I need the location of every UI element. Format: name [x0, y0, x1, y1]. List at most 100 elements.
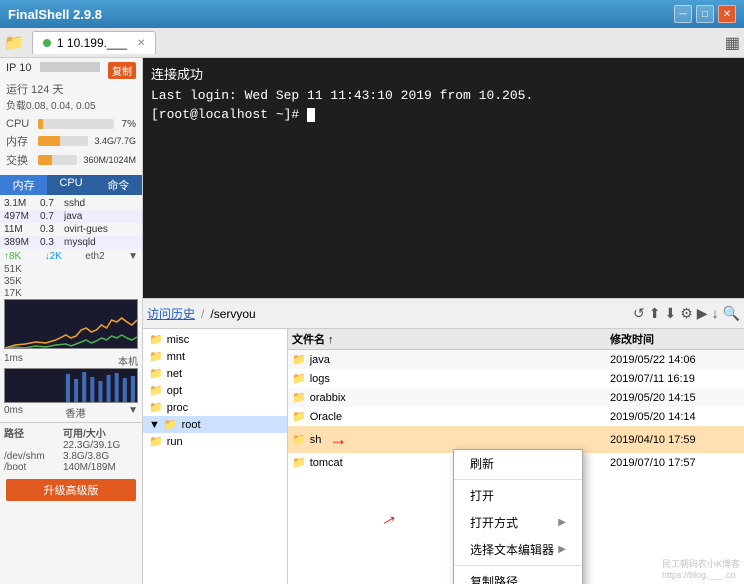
window-controls: ─ □ ✕	[674, 5, 736, 23]
proc-row-4: 389M 0.3 mysqld	[0, 236, 142, 249]
ctx-divider-1	[454, 479, 582, 480]
file-date-sh: 2019/04/10 17:59	[610, 434, 740, 446]
process-tabs: 内存 CPU 命令	[0, 175, 142, 195]
sidebar-disk-section: 路径 可用/大小 22.3G/39.1G /dev/shm 3.8G/3.8G …	[0, 422, 142, 475]
tab-memory[interactable]: 内存	[0, 175, 47, 195]
tree-item-proc[interactable]: 📁 proc	[143, 399, 287, 416]
latency-host: 本机	[118, 353, 138, 368]
tab-close-button[interactable]: ✕	[137, 38, 145, 49]
tree-item-root[interactable]: ▼ 📁 root	[143, 416, 287, 433]
swap-bar-container	[38, 155, 77, 165]
tabbar-right: ▦	[725, 33, 740, 53]
file-row-java[interactable]: 📁 java 2019/05/22 14:06	[288, 350, 744, 369]
terminal-line-2: Last login: Wed Sep 11 11:43:10 2019 fro…	[151, 86, 736, 106]
folder-logs-icon: 📁	[292, 372, 306, 385]
folder-oracle-icon: 📁	[292, 410, 306, 423]
play-icon[interactable]: ▶	[697, 305, 708, 322]
file-row-oracle[interactable]: 📁 Oracle 2019/05/20 14:14	[288, 407, 744, 426]
tree-item-mnt[interactable]: 📁 mnt	[143, 348, 287, 365]
ctx-copy-path[interactable]: 复制路径	[454, 568, 582, 584]
file-row-logs[interactable]: 📁 logs 2019/07/11 16:19	[288, 369, 744, 388]
file-toolbar: 访问历史 / /servyou ↺ ⬆ ⬇ ⚙ ▶ ↓ 🔍	[143, 299, 744, 329]
process-list: 3.1M 0.7 sshd 497M 0.7 java 11M 0.3 ovir…	[0, 197, 142, 249]
net-down-label: ↓2K	[45, 251, 62, 262]
app-title: FinalShell 2.9.8	[8, 7, 674, 22]
ctx-divider-2	[454, 565, 582, 566]
file-row-orabbix[interactable]: 📁 orabbix 2019/05/20 14:15	[288, 388, 744, 407]
upgrade-section: 升级高级版	[0, 475, 142, 505]
folder-icon-proc: 📁	[149, 401, 163, 414]
tab-session[interactable]: 1 10.199.___ ✕	[32, 31, 156, 54]
mem-bar-container	[38, 136, 88, 146]
terminal-prompt: [root@localhost ~]#	[151, 107, 307, 122]
net-interface: eth2	[85, 251, 104, 262]
terminal-line-1: 连接成功	[151, 66, 736, 86]
tabbar: 📁 1 10.199.___ ✕ ▦	[0, 28, 744, 58]
terminal-line-3: [root@localhost ~]#	[151, 105, 736, 125]
terminal-cursor	[307, 108, 315, 122]
upgrade-button[interactable]: 升级高级版	[6, 479, 136, 501]
folder-icon-misc: 📁	[149, 333, 163, 346]
folder-icon-net: 📁	[149, 367, 163, 380]
terminal[interactable]: 连接成功 Last login: Wed Sep 11 11:43:10 201…	[143, 58, 744, 298]
tree-item-opt[interactable]: 📁 opt	[143, 382, 287, 399]
file-tree: 📁 misc 📁 mnt 📁 net 📁 opt	[143, 329, 288, 584]
latency2-label: 0ms	[4, 405, 23, 420]
folder-icon-mnt: 📁	[149, 350, 163, 363]
file-date-tomcat: 2019/07/10 17:57	[610, 457, 740, 469]
latency-label: 1ms	[4, 353, 23, 368]
folder-tomcat-icon: 📁	[292, 456, 306, 469]
ctx-text-editor[interactable]: 选择文本编辑器▶	[454, 536, 582, 563]
ctx-refresh[interactable]: 刷新	[454, 450, 582, 477]
latency-graph	[4, 368, 138, 403]
cpu-bar-container	[38, 119, 114, 129]
file-date-java: 2019/05/22 14:06	[610, 354, 740, 366]
sidebar-ip-section: IP 10 复制 运行 124 天 负载0.08, 0.04, 0.05	[0, 58, 142, 116]
latency2-dropdown[interactable]: ▼	[128, 405, 138, 420]
minimize-button[interactable]: ─	[674, 5, 692, 23]
refresh-icon[interactable]: ↺	[633, 305, 645, 322]
swap-detail: 360M/1024M	[83, 155, 136, 165]
folder-java-icon: 📁	[292, 353, 306, 366]
tree-item-run[interactable]: 📁 run	[143, 433, 287, 450]
copy-button[interactable]: 复制	[108, 62, 136, 79]
sidebar: IP 10 复制 运行 124 天 负载0.08, 0.04, 0.05 CPU…	[0, 58, 143, 584]
file-date-oracle: 2019/05/20 14:14	[610, 411, 740, 423]
net-dropdown-icon[interactable]: ▼	[128, 251, 138, 262]
tree-item-misc[interactable]: 📁 misc	[143, 331, 287, 348]
expand-icon-root: ▼	[149, 419, 160, 431]
folder-sh-icon: 📁	[292, 433, 306, 446]
tree-item-net[interactable]: 📁 net	[143, 365, 287, 382]
tab-command[interactable]: 命令	[95, 175, 142, 195]
search-icon[interactable]: 🔍	[723, 305, 740, 322]
tab-cpu[interactable]: CPU	[47, 175, 94, 195]
folder-orabbix-icon: 📁	[292, 391, 306, 404]
file-name-java: java	[310, 354, 330, 366]
upload-icon[interactable]: ⬆	[649, 305, 661, 322]
file-name-sh: sh	[310, 434, 322, 446]
ctx-open[interactable]: 打开	[454, 482, 582, 509]
file-date-orabbix: 2019/05/20 14:15	[610, 392, 740, 404]
maximize-button[interactable]: □	[696, 5, 714, 23]
cpu-percent: 7%	[122, 119, 136, 130]
connection-status-dot	[43, 39, 51, 47]
swap-label: 交换	[6, 152, 34, 168]
ctx-open-with[interactable]: 打开方式▶	[454, 509, 582, 536]
right-panel: 连接成功 Last login: Wed Sep 11 11:43:10 201…	[143, 58, 744, 584]
close-button[interactable]: ✕	[718, 5, 736, 23]
col-date-header[interactable]: 修改时间	[610, 331, 740, 347]
context-menu: 刷新 打开 打开方式▶ 选择文本编辑器▶ 复制路径 →下载 上传... ☐打包传…	[453, 449, 583, 584]
folder-icon: 📁	[4, 33, 24, 53]
history-label[interactable]: 访问历史	[147, 305, 195, 322]
col-name-header[interactable]: 文件名 ↑	[292, 331, 610, 347]
mem-bar-row: 内存 3.4G/7.7G	[6, 133, 136, 149]
download-icon[interactable]: ⬇	[664, 305, 676, 322]
settings-icon[interactable]: ⚙	[680, 305, 693, 322]
download2-icon[interactable]: ↓	[712, 305, 719, 322]
latency-section: 1ms 本机 0ms 香港 ▼	[0, 351, 142, 422]
file-name-oracle: Oracle	[310, 411, 342, 423]
grid-view-icon[interactable]: ▦	[725, 33, 740, 53]
arrow-sh: →	[329, 429, 347, 450]
watermark: 民工朝码农小K博客https://blog.___.cn	[662, 557, 740, 580]
mem-label: 内存	[6, 133, 34, 149]
